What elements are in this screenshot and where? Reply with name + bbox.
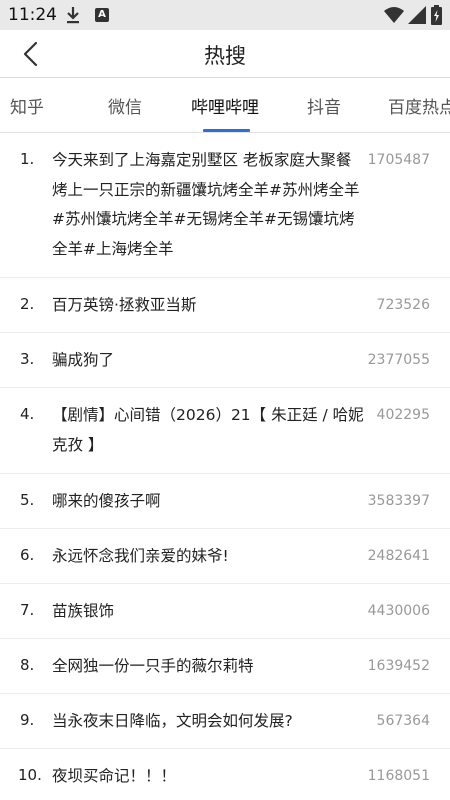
item-rank: 1. (20, 150, 35, 168)
item-rank: 2. (20, 295, 35, 313)
list-item[interactable]: 8. 全网独一份一只手的薇尔莉特 1639452 (0, 639, 450, 694)
list-item[interactable]: 3. 骗成狗了 2377055 (0, 333, 450, 388)
tab-zhihu[interactable]: 知乎 (10, 93, 44, 118)
item-rank: 5. (20, 491, 35, 509)
status-bar: 11:24 A (0, 0, 450, 30)
item-count: 402295 (376, 407, 430, 423)
list-item[interactable]: 6. 永远怀念我们亲爱的妹爷! 2482641 (0, 529, 450, 584)
item-title: 【剧情】心间错（2026）21【 朱正廷 / 哈妮克孜 】 (52, 406, 364, 454)
item-count: 1705487 (367, 152, 430, 168)
item-count: 567364 (376, 713, 430, 729)
list-item[interactable]: 2. 百万英镑·拯救亚当斯 723526 (0, 278, 450, 333)
item-rank: 8. (20, 656, 35, 674)
list-item[interactable]: 1. 今天来到了上海嘉定别墅区 老板家庭大聚餐烤上一只正宗的新疆馕坑烤全羊#苏州… (0, 134, 450, 278)
item-title: 夜坝买命记！！！ (52, 767, 177, 785)
download-icon (67, 7, 79, 24)
item-count: 1639452 (367, 658, 430, 674)
hot-list: 1. 今天来到了上海嘉定别墅区 老板家庭大聚餐烤上一只正宗的新疆馕坑烤全羊#苏州… (0, 134, 450, 800)
item-title: 永远怀念我们亲爱的妹爷! (52, 547, 229, 565)
source-tabs: 知乎 微信 哔哩哔哩 抖音 百度热点 (0, 79, 450, 133)
list-item[interactable]: 4. 【剧情】心间错（2026）21【 朱正廷 / 哈妮克孜 】 402295 (0, 388, 450, 474)
item-title: 全网独一份一只手的薇尔莉特 (52, 657, 254, 675)
item-count: 2377055 (367, 352, 430, 368)
item-rank: 10. (18, 766, 42, 784)
item-count: 4430006 (367, 603, 430, 619)
a-icon: A (95, 8, 109, 22)
item-count: 2482641 (367, 548, 430, 564)
active-tab-indicator (203, 129, 250, 132)
list-item[interactable]: 5. 哪来的傻孩子啊 3583397 (0, 474, 450, 529)
list-item[interactable]: 9. 当永夜末日降临，文明会如何发展? 567364 (0, 694, 450, 749)
wifi-icon (384, 7, 404, 23)
item-count: 3583397 (367, 493, 430, 509)
tab-bilibili[interactable]: 哔哩哔哩 (191, 93, 259, 118)
tab-baidu[interactable]: 百度热点 (388, 93, 450, 118)
signal-icon (408, 6, 426, 24)
page-title: 热搜 (204, 44, 246, 68)
app-header: 热搜 (0, 30, 450, 78)
item-rank: 3. (20, 350, 35, 368)
item-count: 1168051 (367, 768, 430, 784)
item-rank: 4. (20, 405, 35, 423)
list-item[interactable]: 10. 夜坝买命记！！！ 1168051 (0, 749, 450, 800)
status-time: 11:24 (8, 5, 57, 25)
item-count: 723526 (376, 297, 430, 313)
tab-wechat[interactable]: 微信 (108, 93, 142, 118)
item-title: 苗族银饰 (52, 602, 115, 620)
battery-icon (431, 5, 442, 25)
item-title: 当永夜末日降临，文明会如何发展? (52, 712, 293, 730)
item-rank: 6. (20, 546, 35, 564)
item-rank: 9. (20, 711, 35, 729)
item-title: 今天来到了上海嘉定别墅区 老板家庭大聚餐烤上一只正宗的新疆馕坑烤全羊#苏州烤全羊… (52, 151, 360, 258)
list-item[interactable]: 7. 苗族银饰 4430006 (0, 584, 450, 639)
item-rank: 7. (20, 601, 35, 619)
item-title: 百万英镑·拯救亚当斯 (52, 296, 197, 314)
tab-douyin[interactable]: 抖音 (307, 93, 341, 118)
item-title: 骗成狗了 (52, 351, 115, 369)
item-title: 哪来的傻孩子啊 (52, 492, 161, 510)
